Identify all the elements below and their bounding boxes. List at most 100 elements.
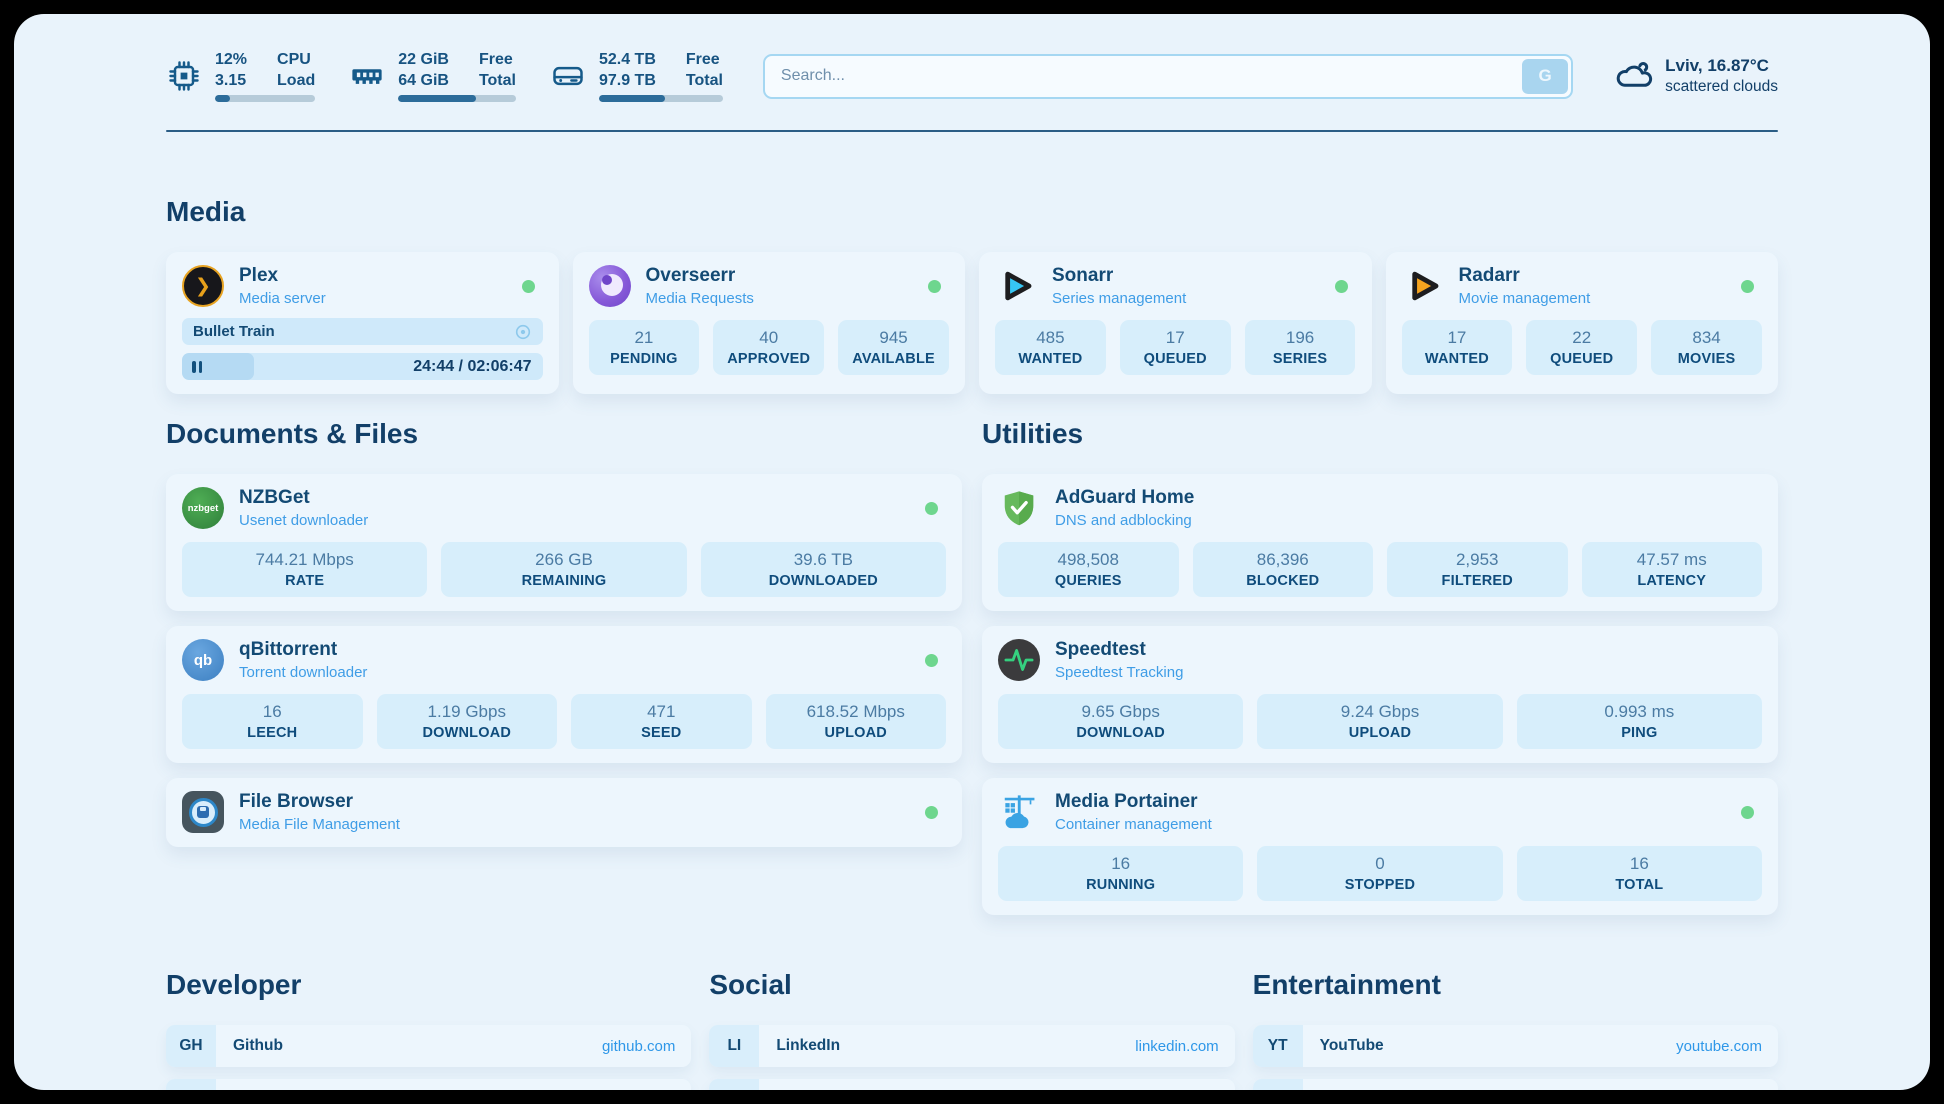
status-badge: [1741, 806, 1754, 819]
disk-total-label: Total: [686, 71, 723, 90]
card-adguard[interactable]: AdGuard Home DNS and adblocking 498,508 …: [982, 474, 1778, 611]
session-icon[interactable]: [514, 323, 532, 341]
stat-box: 39.6 TB DOWNLOADED: [701, 542, 946, 597]
weather-condition: scattered clouds: [1665, 78, 1778, 96]
stat-label: QUEUED: [1532, 351, 1631, 367]
service-subtitle: Speedtest Tracking: [1055, 664, 1183, 681]
ram-progress-bar: [398, 95, 516, 102]
ram-stat: 22 GiB 64 GiB Free Total: [349, 50, 516, 102]
stat-box: 618.52 Mbps UPLOAD: [766, 694, 947, 749]
section-title-social: Social: [709, 969, 1234, 1001]
stat-value: 9.65 Gbps: [1004, 702, 1237, 722]
search-input[interactable]: [763, 54, 1573, 99]
stat-box: 17 QUEUED: [1120, 320, 1231, 375]
stat-box: 471 SEED: [571, 694, 752, 749]
stat-label: BLOCKED: [1199, 573, 1368, 589]
stat-label: QUERIES: [1004, 573, 1173, 589]
stat-label: LATENCY: [1588, 573, 1757, 589]
stat-value: 16: [1004, 854, 1237, 874]
search-bar: G: [763, 54, 1573, 99]
service-title: File Browser: [239, 791, 400, 813]
stat-label: PING: [1523, 725, 1756, 741]
stat-value: 22: [1532, 328, 1631, 348]
cpu-progress-bar: [215, 95, 315, 102]
weather-widget: Lviv, 16.87°C scattered clouds: [1613, 54, 1778, 99]
stat-value: 266 GB: [447, 550, 680, 570]
link-url[interactable]: github.com: [602, 1038, 675, 1055]
stat-box: 498,508 QUERIES: [998, 542, 1179, 597]
stat-label: PENDING: [595, 351, 694, 367]
ram-free-label: Free: [479, 50, 516, 69]
ram-total-label: Total: [479, 71, 516, 90]
service-title: qBittorrent: [239, 639, 367, 661]
status-badge: [925, 806, 938, 819]
card-portainer[interactable]: Media Portainer Container management 16 …: [982, 778, 1778, 915]
disk-stat: 52.4 TB 97.9 TB Free Total: [550, 50, 723, 102]
stat-label: TOTAL: [1523, 877, 1756, 893]
link-row-stackoverflow[interactable]: SO StackOverflow stackoverflow.com: [166, 1079, 691, 1090]
card-radarr[interactable]: Radarr Movie management 17 WANTED 22 QUE…: [1386, 252, 1779, 394]
stat-box: 0.993 ms PING: [1517, 694, 1762, 749]
service-subtitle: Media File Management: [239, 816, 400, 833]
link-url[interactable]: linkedin.com: [1135, 1038, 1218, 1055]
cloud-icon: [1613, 54, 1653, 99]
stat-box: 9.65 Gbps DOWNLOAD: [998, 694, 1243, 749]
stat-box: 17 WANTED: [1402, 320, 1513, 375]
cpu-label: CPU: [277, 50, 315, 69]
stat-value: 2,953: [1393, 550, 1562, 570]
service-title: Radarr: [1459, 265, 1591, 287]
plex-progress-bar: 24:44 / 02:06:47: [182, 353, 543, 380]
service-subtitle: Container management: [1055, 816, 1212, 833]
card-plex[interactable]: Plex Media server Bullet Train: [166, 252, 559, 394]
stat-value: 0.993 ms: [1523, 702, 1756, 722]
card-qbittorrent[interactable]: qb qBittorrent Torrent downloader 16 LEE…: [166, 626, 962, 763]
links-column-entertainment: Entertainment YT YouTube youtube.com NF …: [1253, 969, 1778, 1090]
radarr-icon: [1402, 265, 1444, 307]
weather-location-temp: Lviv, 16.87°C: [1665, 56, 1778, 76]
link-row-netflix[interactable]: NF Netflix netflix.com: [1253, 1079, 1778, 1090]
stat-label: RATE: [188, 573, 421, 589]
stat-label: FILTERED: [1393, 573, 1562, 589]
link-url[interactable]: youtube.com: [1676, 1038, 1762, 1055]
link-row-twitter[interactable]: TW Twitter twitter.com: [709, 1079, 1234, 1090]
stat-box: 86,396 BLOCKED: [1193, 542, 1374, 597]
stat-value: 498,508: [1004, 550, 1173, 570]
section-title-entertainment: Entertainment: [1253, 969, 1778, 1001]
card-overseerr[interactable]: Overseerr Media Requests 21 PENDING 40 A…: [573, 252, 966, 394]
stat-label: DOWNLOAD: [383, 725, 552, 741]
card-sonarr[interactable]: Sonarr Series management 485 WANTED 17 Q…: [979, 252, 1372, 394]
card-filebrowser[interactable]: File Browser Media File Management: [166, 778, 962, 847]
stat-value: 39.6 TB: [707, 550, 940, 570]
stat-value: 17: [1126, 328, 1225, 348]
stat-box: 834 MOVIES: [1651, 320, 1762, 375]
card-nzbget[interactable]: nzbget NZBGet Usenet downloader 744.21 M…: [166, 474, 962, 611]
stat-box: 9.24 Gbps UPLOAD: [1257, 694, 1502, 749]
card-speedtest[interactable]: Speedtest Speedtest Tracking 9.65 Gbps D…: [982, 626, 1778, 763]
stat-box: 16 LEECH: [182, 694, 363, 749]
stat-label: APPROVED: [719, 351, 818, 367]
ram-icon: [349, 58, 385, 94]
stat-box: 485 WANTED: [995, 320, 1106, 375]
pause-icon[interactable]: [192, 361, 202, 373]
link-row-youtube[interactable]: YT YouTube youtube.com: [1253, 1025, 1778, 1067]
stat-value: 47.57 ms: [1588, 550, 1757, 570]
cpu-stat: 12% 3.15 CPU Load: [166, 50, 315, 102]
stat-label: STOPPED: [1263, 877, 1496, 893]
stat-label: LEECH: [188, 725, 357, 741]
stat-value: 196: [1251, 328, 1350, 348]
adguard-icon: [998, 487, 1040, 529]
link-row-linkedin[interactable]: LI LinkedIn linkedin.com: [709, 1025, 1234, 1067]
plex-icon: [182, 265, 224, 307]
stat-value: 834: [1657, 328, 1756, 348]
dashboard-page: 12% 3.15 CPU Load: [14, 14, 1930, 1090]
stat-label: DOWNLOAD: [1004, 725, 1237, 741]
search-engine-button[interactable]: G: [1522, 59, 1568, 94]
links-column-developer: Developer GH Github github.com SO StackO…: [166, 969, 691, 1090]
link-badge: SO: [166, 1079, 216, 1090]
stat-label: SERIES: [1251, 351, 1350, 367]
stat-box: 945 AVAILABLE: [838, 320, 949, 375]
link-row-github[interactable]: GH Github github.com: [166, 1025, 691, 1067]
stat-label: DOWNLOADED: [707, 573, 940, 589]
stat-label: AVAILABLE: [844, 351, 943, 367]
stat-value: 16: [188, 702, 357, 722]
